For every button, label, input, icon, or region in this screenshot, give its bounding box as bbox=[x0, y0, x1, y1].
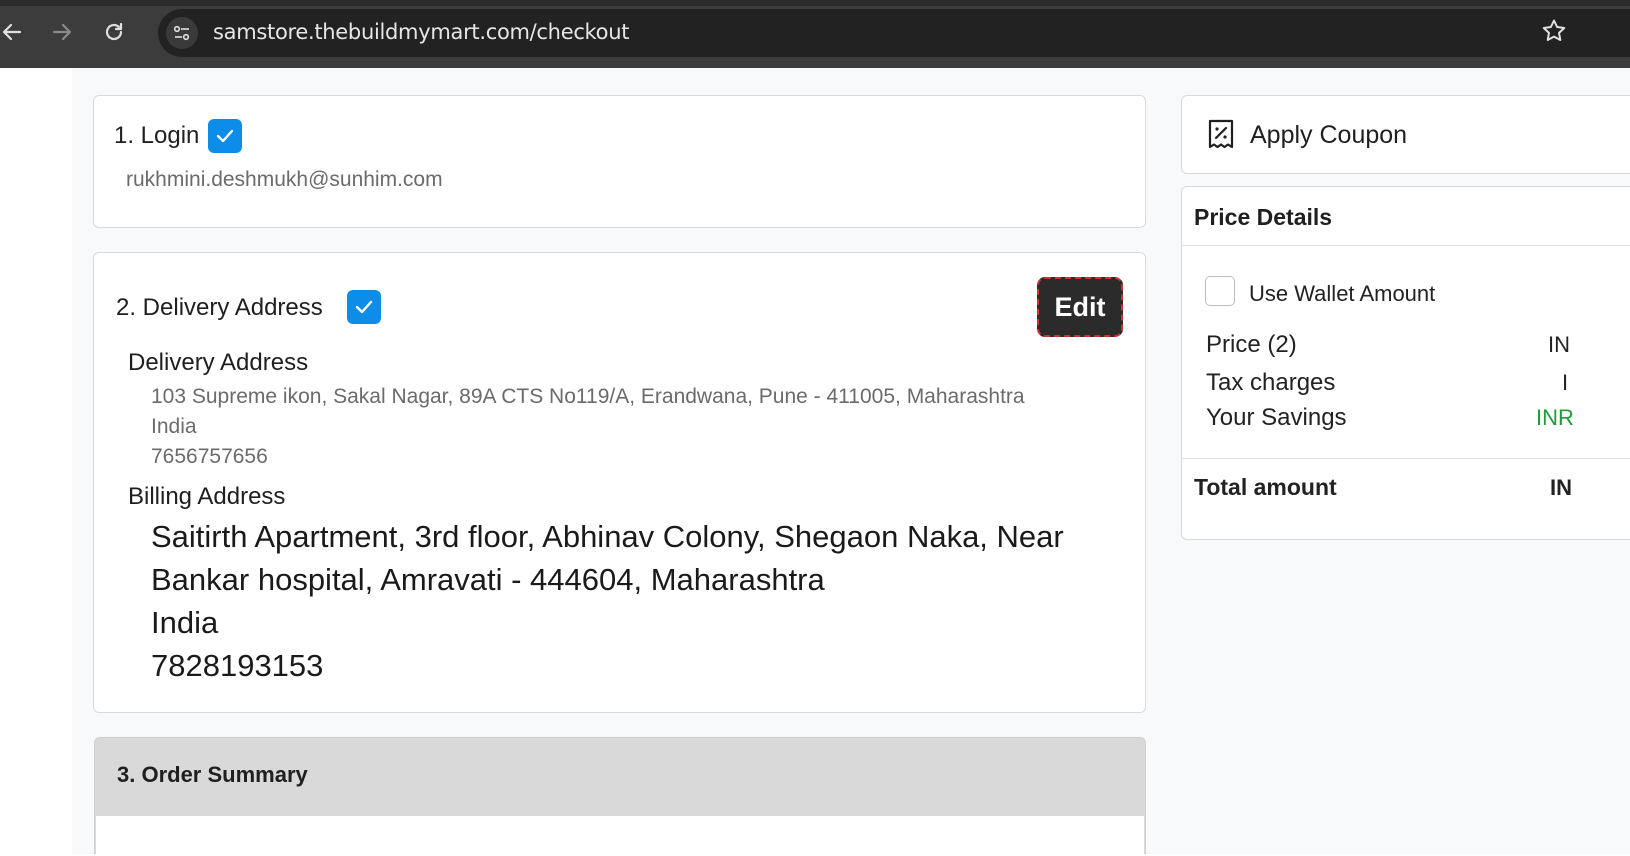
back-button[interactable] bbox=[0, 16, 28, 48]
tax-label: Tax charges bbox=[1206, 369, 1336, 396]
order-summary-section[interactable]: 3. Order Summary bbox=[94, 737, 1146, 856]
price-label: Price (2) bbox=[1206, 331, 1297, 358]
reload-button[interactable] bbox=[98, 16, 130, 48]
price-value: IN bbox=[1548, 332, 1570, 357]
site-info-button[interactable] bbox=[166, 17, 198, 49]
tab-strip-edge bbox=[0, 0, 1630, 6]
price-details-card: Price Details Use Wallet Amount Price (2… bbox=[1181, 186, 1630, 540]
delivery-checkmark bbox=[347, 290, 381, 324]
checkout-page: 1. Login rukhmini.deshmukh@sunhim.com 2.… bbox=[0, 68, 1630, 856]
delivery-title: 2. Delivery Address bbox=[116, 294, 323, 321]
browser-toolbar: samstore.thebuildmymart.com/checkout bbox=[0, 0, 1630, 68]
savings-label: Your Savings bbox=[1206, 404, 1347, 431]
edit-address-button[interactable]: Edit bbox=[1037, 277, 1123, 337]
check-icon bbox=[355, 300, 373, 314]
tune-icon bbox=[173, 25, 190, 41]
total-amount-value: IN bbox=[1550, 475, 1572, 500]
apply-coupon-card[interactable]: Apply Coupon bbox=[1181, 95, 1630, 174]
login-title: 1. Login bbox=[114, 122, 200, 149]
order-summary-body bbox=[96, 816, 1144, 856]
url-text[interactable]: samstore.thebuildmymart.com/checkout bbox=[213, 20, 629, 44]
billing-address-heading: Billing Address bbox=[128, 483, 286, 510]
billing-address-phone: 7828193153 bbox=[151, 648, 324, 683]
savings-value: INR bbox=[1536, 405, 1574, 430]
back-arrow-icon bbox=[2, 23, 22, 41]
price-details-title: Price Details bbox=[1194, 204, 1333, 230]
check-icon bbox=[216, 129, 234, 143]
login-card: 1. Login rukhmini.deshmukh@sunhim.com bbox=[93, 95, 1146, 228]
forward-arrow-icon bbox=[52, 23, 72, 41]
apply-coupon-label: Apply Coupon bbox=[1250, 121, 1408, 149]
forward-button[interactable] bbox=[46, 16, 78, 48]
login-email: rukhmini.deshmukh@sunhim.com bbox=[126, 168, 443, 191]
coupon-icon bbox=[1208, 119, 1234, 149]
bookmark-star-button[interactable] bbox=[1540, 17, 1568, 45]
use-wallet-checkbox[interactable] bbox=[1205, 276, 1235, 306]
delivery-address-heading: Delivery Address bbox=[128, 349, 309, 376]
delivery-address-card: 2. Delivery Address Edit Delivery Addres… bbox=[93, 252, 1146, 713]
billing-address-country: India bbox=[151, 605, 219, 640]
address-bar[interactable]: samstore.thebuildmymart.com/checkout bbox=[158, 9, 1630, 57]
reload-icon bbox=[105, 22, 123, 41]
order-summary-title: 3. Order Summary bbox=[117, 762, 308, 787]
login-checkmark bbox=[208, 119, 242, 153]
total-amount-label: Total amount bbox=[1194, 474, 1337, 500]
delivery-address-phone: 7656757656 bbox=[151, 445, 268, 468]
use-wallet-label: Use Wallet Amount bbox=[1249, 281, 1436, 306]
delivery-address-country: India bbox=[151, 415, 197, 438]
price-details-divider bbox=[1182, 245, 1630, 246]
tax-value: I bbox=[1562, 370, 1569, 395]
total-divider bbox=[1182, 458, 1630, 459]
delivery-address-line: 103 Supreme ikon, Sakal Nagar, 89A CTS N… bbox=[151, 385, 1025, 408]
billing-address-line1: Saitirth Apartment, 3rd floor, Abhinav C… bbox=[151, 519, 1064, 554]
star-icon bbox=[1542, 19, 1566, 41]
billing-address-line2: Bankar hospital, Amravati - 444604, Maha… bbox=[151, 562, 825, 597]
